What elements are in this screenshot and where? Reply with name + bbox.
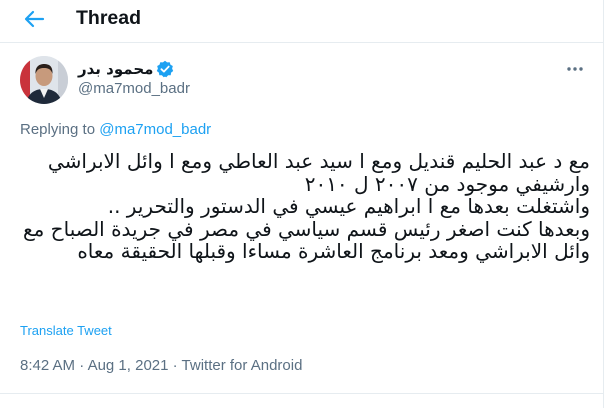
more-options-button[interactable] bbox=[562, 58, 588, 80]
meta-separator-2: · bbox=[168, 357, 182, 374]
page-title: Thread bbox=[76, 7, 142, 29]
tweet-metadata: 8:42 AM · Aug 1, 2021 · Twitter for Andr… bbox=[20, 357, 302, 374]
profile-photo bbox=[20, 56, 68, 104]
verified-badge-icon bbox=[156, 60, 174, 78]
avatar[interactable] bbox=[20, 56, 68, 104]
translate-tweet-link[interactable]: Translate Tweet bbox=[20, 323, 112, 338]
author-name[interactable]: محمود بدر bbox=[78, 60, 153, 78]
divider bbox=[0, 393, 603, 394]
replying-to: Replying to @ma7mod_badr bbox=[20, 121, 211, 138]
tweet-source[interactable]: Twitter for Android bbox=[182, 357, 303, 374]
meta-separator: · bbox=[75, 357, 88, 374]
tweet-date[interactable]: Aug 1, 2021 bbox=[88, 357, 169, 374]
more-horizontal-icon bbox=[567, 67, 583, 71]
tweet-time[interactable]: 8:42 AM bbox=[20, 357, 75, 374]
arrow-left-icon bbox=[24, 10, 45, 28]
back-button[interactable] bbox=[21, 8, 47, 30]
author-name-row: محمود بدر bbox=[78, 58, 174, 80]
tweet-text: مع د عبد الحليم قنديل ومع ا سيد عبد العا… bbox=[22, 149, 590, 263]
author-handle[interactable]: @ma7mod_badr bbox=[78, 80, 190, 97]
replying-prefix: Replying to bbox=[20, 121, 100, 138]
replying-to-link[interactable]: @ma7mod_badr bbox=[99, 121, 211, 138]
thread-panel: Thread محمود بدر @ma7mod_badr Replying t… bbox=[0, 0, 604, 408]
header-bar: Thread bbox=[0, 0, 603, 43]
